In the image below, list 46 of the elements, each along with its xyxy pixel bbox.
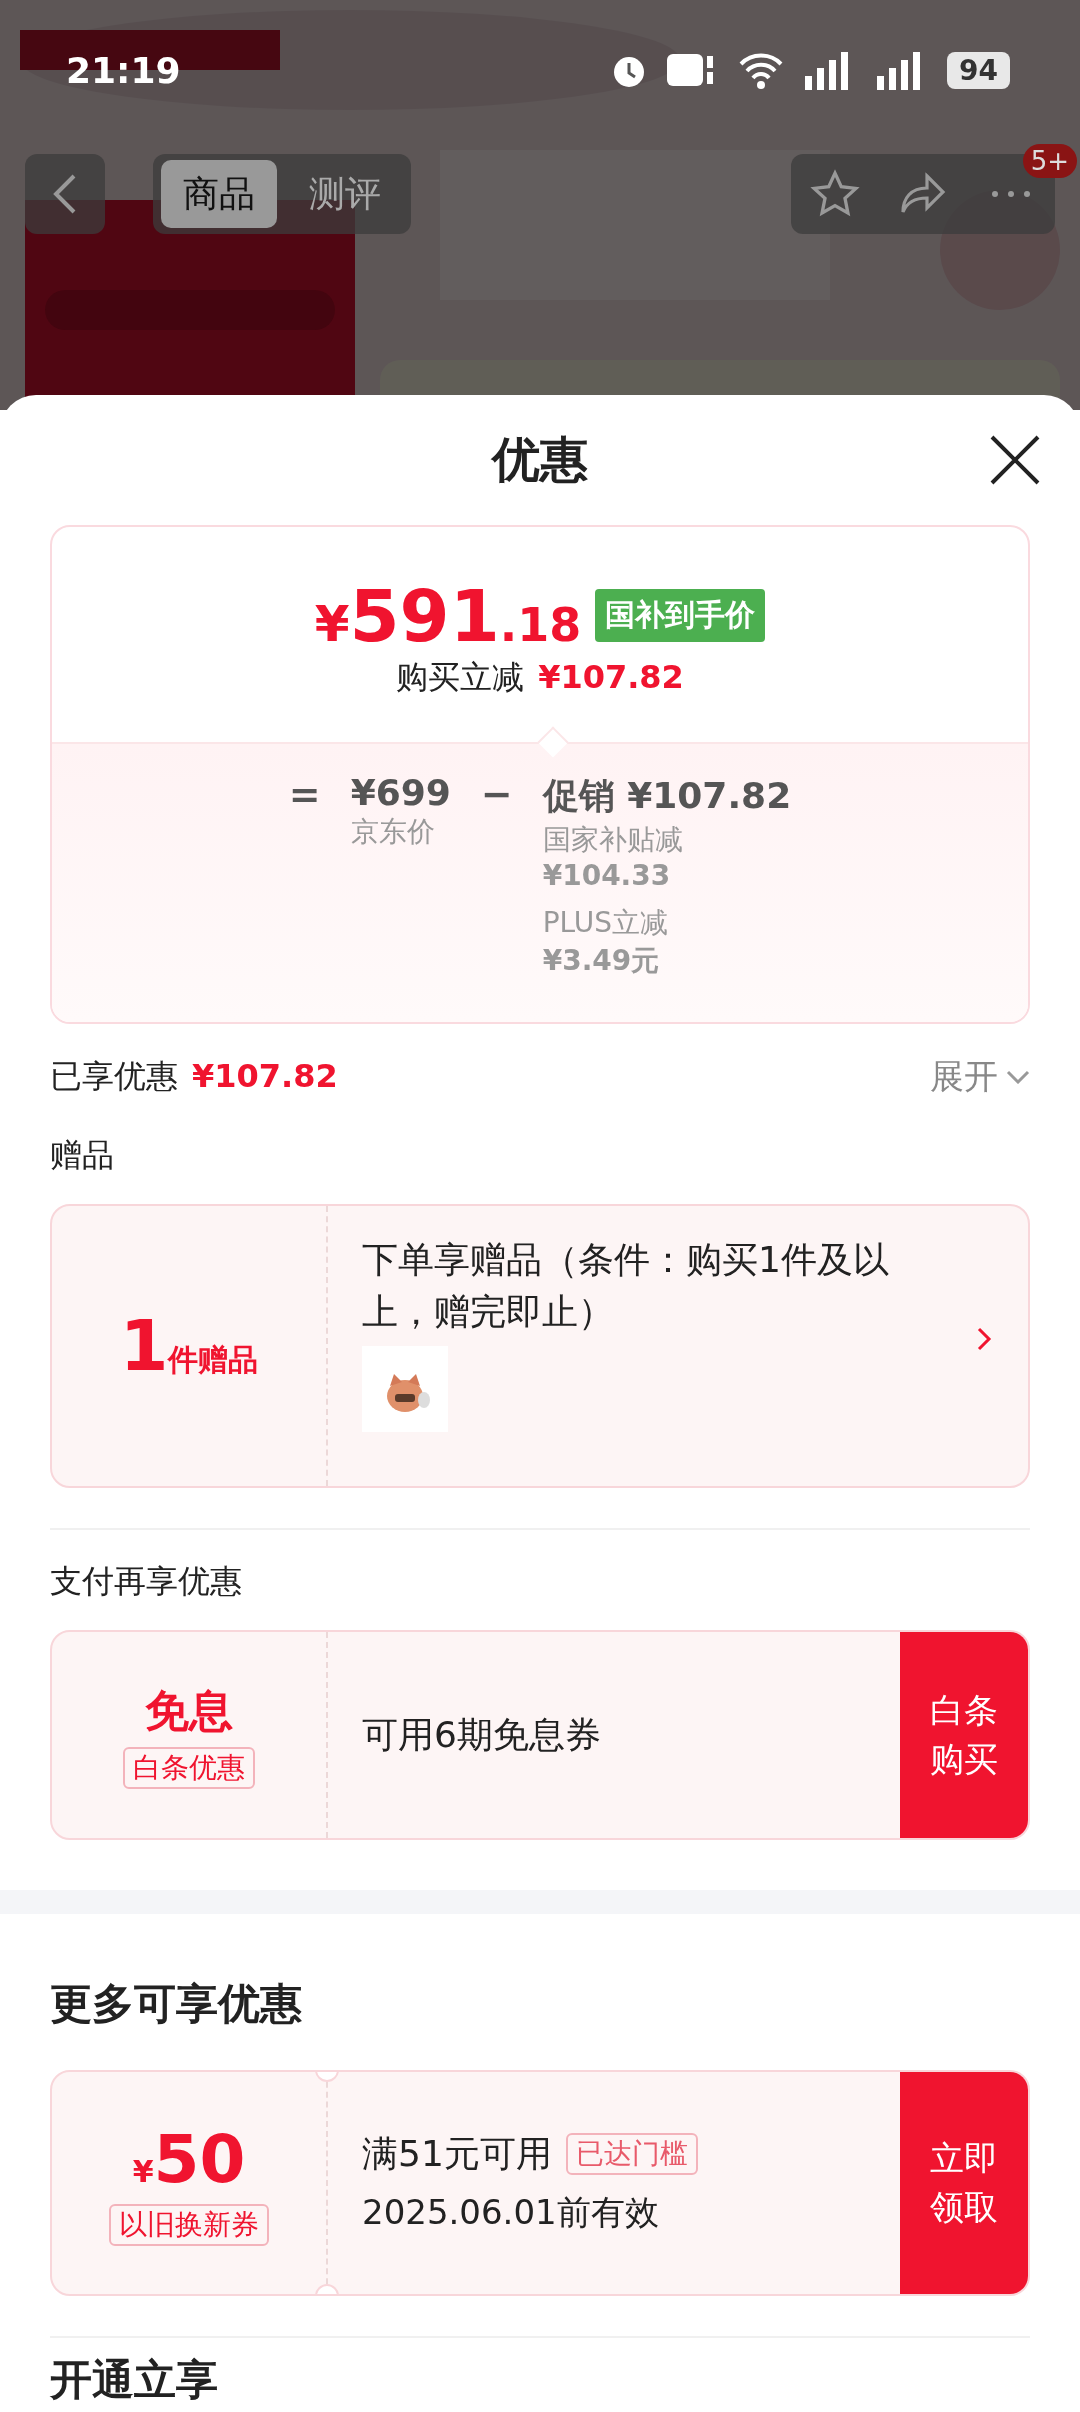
enjoyed-label: 已享优惠 bbox=[50, 1056, 178, 1097]
discount-value: ¥3.49元 bbox=[542, 943, 661, 979]
offer-headline: 免息 bbox=[145, 1683, 233, 1738]
coupon-type: 以旧换新券 bbox=[109, 2203, 269, 2246]
threshold-badge: 已达门槛 bbox=[565, 2133, 698, 2176]
discount-label: PLUS立减 bbox=[542, 905, 670, 941]
saving-label: 购买立减 bbox=[396, 656, 525, 698]
gift-description: 下单享赠品（条件：购买1件及以上，赠完即止） bbox=[362, 1238, 890, 1335]
chevron-down-icon bbox=[1006, 1070, 1030, 1084]
tab[interactable]: 测评 bbox=[287, 160, 403, 228]
section-label: 支付再享优惠 bbox=[50, 1561, 243, 1602]
final-price: ¥591.18 bbox=[314, 579, 582, 652]
discount-value: ¥104.33 bbox=[542, 859, 672, 892]
section-heading: 开通立享 bbox=[50, 2354, 219, 2406]
equals-sign: = bbox=[288, 772, 321, 818]
base-price: ¥699 bbox=[350, 772, 451, 813]
coupon-condition: 满51元可用 bbox=[362, 2132, 552, 2177]
gift-card[interactable]: 1件赠品 下单享赠品（条件：购买1件及以上，赠完即止） bbox=[50, 1204, 1030, 1488]
gift-count: 1件赠品 bbox=[119, 1305, 259, 1387]
sheet-title: 优惠 bbox=[492, 430, 588, 489]
baitiao-buy-button[interactable]: 白条购买 bbox=[900, 1632, 1028, 1838]
notification-badge: 5+ bbox=[1022, 144, 1077, 178]
base-price-label: 京东价 bbox=[350, 814, 436, 850]
enjoyed-value: ¥107.82 bbox=[192, 1057, 338, 1095]
star-icon bbox=[810, 169, 860, 219]
coupon-amount: ¥50 bbox=[132, 2120, 246, 2198]
chevron-right-icon bbox=[976, 1326, 992, 1352]
share-icon bbox=[898, 172, 948, 216]
coupon-validity: 2025.06.01前有效 bbox=[362, 2191, 660, 2235]
promo-total: 促销 ¥107.82 bbox=[542, 774, 792, 818]
expand-toggle[interactable]: 展开 bbox=[930, 1054, 1030, 1100]
discount-label: 国家补贴减 bbox=[542, 822, 684, 858]
back-icon bbox=[52, 172, 78, 216]
battery-level: 94 bbox=[947, 51, 1010, 89]
offer-tag: 白条优惠 bbox=[123, 1746, 255, 1789]
more-icon bbox=[991, 190, 1031, 198]
section-label: 赠品 bbox=[50, 1135, 115, 1176]
minus-sign: − bbox=[480, 772, 513, 818]
status-time: 21:19 bbox=[66, 49, 181, 91]
back-button[interactable] bbox=[25, 154, 105, 234]
offer-description: 可用6期免息券 bbox=[362, 1712, 602, 1757]
tab[interactable]: 商品 bbox=[161, 160, 277, 228]
saving-value: ¥107.82 bbox=[538, 657, 684, 696]
section-heading: 更多可享优惠 bbox=[50, 1978, 303, 2030]
price-tag: 国补到手价 bbox=[595, 589, 766, 642]
claim-button[interactable]: 立即领取 bbox=[900, 2072, 1028, 2294]
